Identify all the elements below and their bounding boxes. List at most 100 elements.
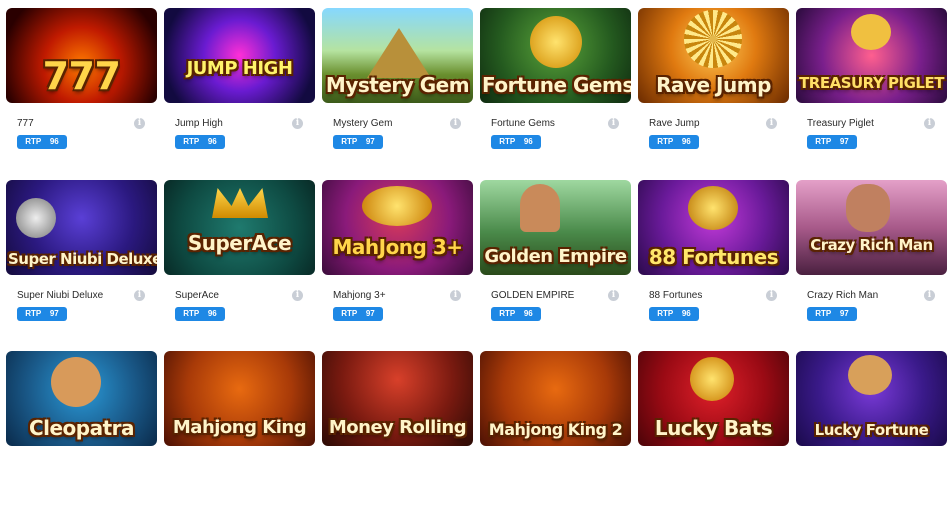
game-name: Mahjong 3+	[333, 290, 386, 301]
info-icon[interactable]: i	[450, 290, 461, 301]
info-icon[interactable]: i	[766, 118, 777, 129]
game-thumbnail[interactable]: Crazy Rich Man	[796, 180, 947, 275]
game-thumbnail[interactable]: Mahjong King	[164, 351, 315, 446]
info-icon[interactable]: i	[608, 118, 619, 129]
game-row: Super Niubi Deluxe Super Niubi Deluxe i …	[6, 180, 947, 340]
game-card[interactable]: Lucky Bats	[638, 351, 789, 446]
game-card[interactable]: SuperAce SuperAce i RTP 96	[164, 180, 315, 321]
fortune-god-icon	[848, 355, 892, 395]
game-thumbnail[interactable]: Super Niubi Deluxe	[6, 180, 157, 275]
game-thumbnail[interactable]: Lucky Fortune	[796, 351, 947, 446]
game-name: Crazy Rich Man	[807, 290, 879, 301]
rich-man-icon	[846, 184, 890, 232]
cleopatra-icon	[51, 357, 101, 407]
rtp-badge: RTP 97	[333, 307, 383, 321]
info-icon[interactable]: i	[292, 118, 303, 129]
game-logo-text: 777	[42, 54, 121, 98]
game-thumbnail[interactable]: Golden Empire	[480, 180, 631, 275]
game-logo-text: Lucky Bats	[654, 416, 773, 440]
game-logo-text: JUMP HIGH	[186, 58, 293, 79]
rtp-badge: RTP 96	[649, 135, 699, 149]
game-card[interactable]: Money Rolling	[322, 351, 473, 446]
game-logo-text: Cleopatra	[28, 416, 135, 440]
game-thumbnail[interactable]: MahJong 3+	[322, 180, 473, 275]
info-icon[interactable]: i	[134, 118, 145, 129]
jester-hat-icon	[212, 188, 268, 218]
game-thumbnail[interactable]: Mahjong King 2	[480, 351, 631, 446]
info-icon[interactable]: i	[292, 290, 303, 301]
game-logo-text: Mahjong King	[172, 417, 307, 438]
game-logo-text: Rave Jump	[656, 73, 771, 97]
game-logo-text: Mahjong King 2	[488, 420, 623, 439]
reel-icon	[16, 198, 56, 238]
dragon-icon	[362, 186, 432, 226]
mask-icon	[530, 16, 582, 68]
info-icon[interactable]: i	[450, 118, 461, 129]
game-card[interactable]: Cleopatra	[6, 351, 157, 446]
game-name: Fortune Gems	[491, 118, 555, 129]
game-row: Cleopatra Mahjong King Money Rolling Mah…	[6, 351, 947, 511]
game-logo-text: Lucky Fortune	[814, 421, 929, 439]
rtp-badge: RTP 96	[17, 135, 67, 149]
game-card[interactable]: Mystery Gem Mystery Gem i RTP 97	[322, 8, 473, 149]
rtp-badge: RTP 96	[175, 135, 225, 149]
game-thumbnail[interactable]: Rave Jump	[638, 8, 789, 103]
emperor-icon	[520, 184, 560, 232]
game-card[interactable]: Mahjong King 2	[480, 351, 631, 446]
game-name: Rave Jump	[649, 118, 700, 129]
game-thumbnail[interactable]: Cleopatra	[6, 351, 157, 446]
info-icon[interactable]: i	[608, 290, 619, 301]
info-icon[interactable]: i	[766, 290, 777, 301]
game-name: Treasury Piglet	[807, 118, 874, 129]
game-row: 777 777 i RTP 96 JUMP HIGH Jump High i RT…	[6, 8, 947, 168]
game-name: 88 Fortunes	[649, 290, 703, 301]
disco-ball-icon	[684, 10, 742, 68]
game-card[interactable]: Golden Empire GOLDEN EMPIRE i RTP 96	[480, 180, 631, 321]
game-card[interactable]: MahJong 3+ Mahjong 3+ i RTP 97	[322, 180, 473, 321]
game-logo-text: Mystery Gem	[325, 73, 470, 97]
game-name: Super Niubi Deluxe	[17, 290, 104, 301]
game-card[interactable]: Super Niubi Deluxe Super Niubi Deluxe i …	[6, 180, 157, 321]
pyramid-icon	[367, 28, 431, 78]
piglet-icon	[851, 14, 891, 50]
game-card[interactable]: 88 Fortunes 88 Fortunes i RTP 96	[638, 180, 789, 321]
game-name: Mystery Gem	[333, 118, 393, 129]
game-card[interactable]: Rave Jump Rave Jump i RTP 96	[638, 8, 789, 149]
game-name: GOLDEN EMPIRE	[491, 290, 575, 301]
game-card[interactable]: TREASURY PIGLET Treasury Piglet i RTP 97	[796, 8, 947, 149]
game-name: 777	[17, 118, 34, 129]
coin-icon	[690, 357, 734, 401]
game-logo-text: 88 Fortunes	[648, 245, 779, 269]
game-thumbnail[interactable]: TREASURY PIGLET	[796, 8, 947, 103]
game-name: Jump High	[175, 118, 223, 129]
game-card[interactable]: Fortune Gems Fortune Gems i RTP 96	[480, 8, 631, 149]
game-thumbnail[interactable]: 777	[6, 8, 157, 103]
game-logo-text: Crazy Rich Man	[810, 236, 933, 254]
game-thumbnail[interactable]: JUMP HIGH	[164, 8, 315, 103]
game-thumbnail[interactable]: SuperAce	[164, 180, 315, 275]
rtp-badge: RTP 96	[491, 135, 541, 149]
game-name: SuperAce	[175, 290, 219, 301]
info-icon[interactable]: i	[924, 290, 935, 301]
rtp-badge: RTP 96	[491, 307, 541, 321]
game-logo-text: Fortune Gems	[482, 73, 631, 97]
game-thumbnail[interactable]: 88 Fortunes	[638, 180, 789, 275]
game-thumbnail[interactable]: Lucky Bats	[638, 351, 789, 446]
game-thumbnail[interactable]: Fortune Gems	[480, 8, 631, 103]
dragon-head-icon	[688, 186, 738, 230]
game-logo-text: TREASURY PIGLET	[799, 74, 944, 92]
game-card[interactable]: Crazy Rich Man Crazy Rich Man i RTP 97	[796, 180, 947, 321]
game-card[interactable]: JUMP HIGH Jump High i RTP 96	[164, 8, 315, 149]
game-thumbnail[interactable]: Mystery Gem	[322, 8, 473, 103]
game-logo-text: MahJong 3+	[332, 235, 463, 259]
info-icon[interactable]: i	[924, 118, 935, 129]
game-logo-text: Super Niubi Deluxe	[8, 250, 157, 268]
game-logo-text: SuperAce	[187, 231, 292, 255]
game-card[interactable]: 777 777 i RTP 96	[6, 8, 157, 149]
info-icon[interactable]: i	[134, 290, 145, 301]
rtp-badge: RTP 97	[17, 307, 67, 321]
rtp-badge: RTP 97	[807, 135, 857, 149]
game-card[interactable]: Lucky Fortune	[796, 351, 947, 446]
game-thumbnail[interactable]: Money Rolling	[322, 351, 473, 446]
game-card[interactable]: Mahjong King	[164, 351, 315, 446]
